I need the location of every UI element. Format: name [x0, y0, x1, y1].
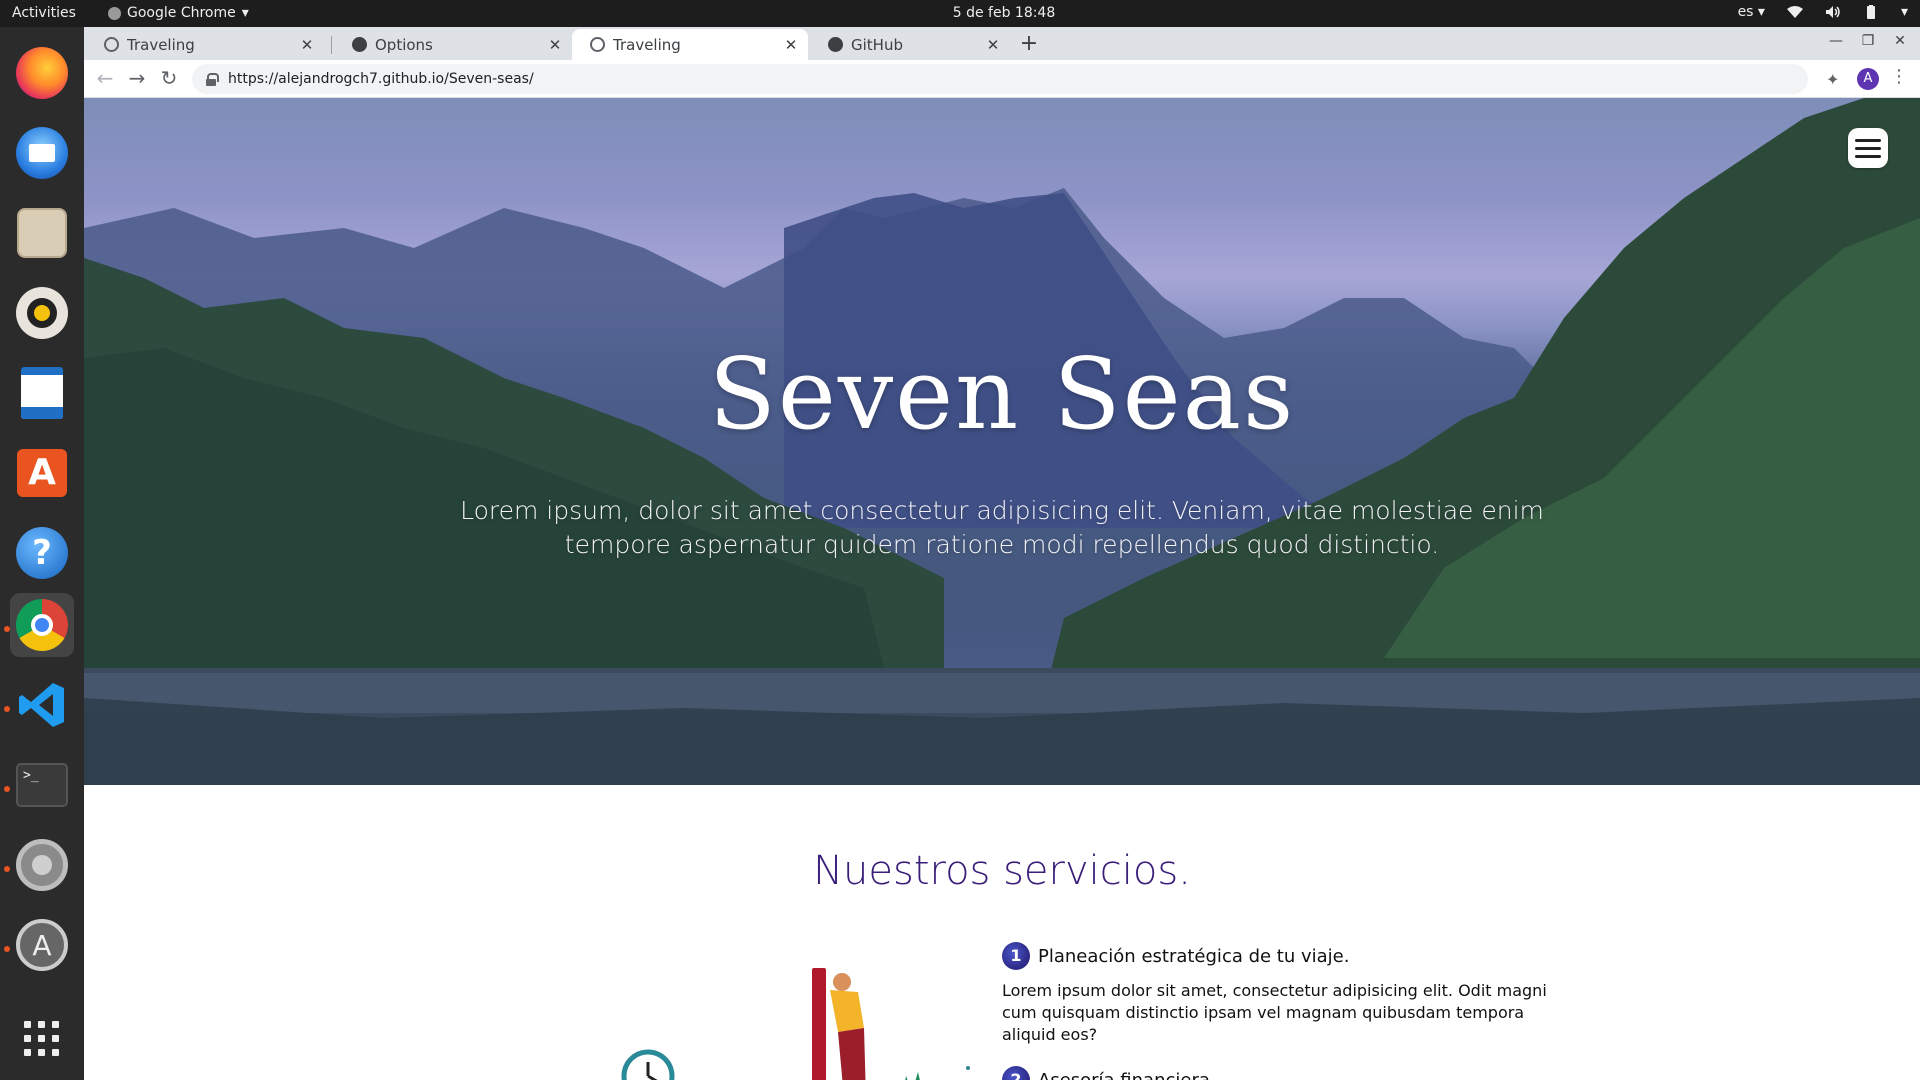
volume-icon — [1825, 6, 1840, 18]
hamburger-menu-button[interactable] — [1848, 128, 1888, 168]
dock-settings[interactable] — [10, 833, 74, 897]
lock-icon — [206, 73, 219, 86]
service-description: Lorem ipsum dolor sit amet, consectetur … — [1002, 981, 1547, 1044]
close-icon[interactable]: ✕ — [296, 36, 318, 54]
language-indicator[interactable]: es ▾ — [1738, 4, 1765, 20]
grid-icon — [24, 1021, 59, 1056]
minimize-button[interactable]: — — [1822, 33, 1850, 49]
chrome-icon — [16, 599, 68, 651]
back-button[interactable]: ← — [92, 66, 118, 92]
service-header: 1 Planeación estratégica de tu viaje. — [1002, 942, 1562, 970]
service-number-badge: 2 — [1002, 1066, 1030, 1080]
dock-updater[interactable]: A — [10, 913, 74, 977]
close-icon[interactable]: ✕ — [780, 36, 802, 54]
service-number-badge: 1 — [1002, 942, 1030, 970]
tab-traveling-active[interactable]: Traveling ✕ — [572, 29, 808, 60]
wifi-icon — [1786, 6, 1803, 18]
service-header: 2 Asesoría financiera — [1002, 1066, 1562, 1080]
service-item-1: 1 Planeación estratégica de tu viaje. Lo… — [1002, 942, 1562, 1046]
dock-files[interactable] — [10, 201, 74, 265]
page-viewport: Seven Seas Lorem ipsum, dolor sit amet c… — [84, 98, 1920, 1080]
address-bar[interactable]: https://alejandrogch7.github.io/Seven-se… — [192, 64, 1808, 94]
tab-traveling-1[interactable]: Traveling ✕ — [86, 29, 324, 60]
hero-title: Seven Seas — [708, 338, 1296, 452]
globe-icon — [104, 37, 119, 52]
clock[interactable]: 5 de feb 18:48 — [0, 5, 1920, 21]
menu-line — [1855, 146, 1881, 150]
browser-window: Traveling ✕ Options ✕ Traveling ✕ GitHub… — [84, 27, 1920, 1080]
tab-options[interactable]: Options ✕ — [334, 29, 572, 60]
tab-separator — [331, 36, 332, 54]
close-icon[interactable]: ✕ — [544, 36, 566, 54]
browser-toolbar: ← → ↻ https://alejandrogch7.github.io/Se… — [84, 60, 1920, 98]
dock-vscode[interactable] — [10, 673, 74, 737]
profile-avatar[interactable]: A — [1857, 68, 1879, 90]
tab-title: Traveling — [613, 35, 681, 54]
vscode-icon — [19, 683, 64, 727]
dock-rhythmbox[interactable] — [10, 281, 74, 345]
more-menu-icon[interactable]: ⋮ — [1889, 66, 1909, 87]
store-icon: A — [17, 449, 67, 497]
tab-strip: Traveling ✕ Options ✕ Traveling ✕ GitHub… — [84, 27, 1920, 60]
service-item-2: 2 Asesoría financiera — [1002, 1066, 1562, 1080]
new-tab-button[interactable]: + — [1015, 31, 1043, 59]
tab-github[interactable]: GitHub ✕ — [810, 29, 1010, 60]
globe-icon — [590, 37, 605, 52]
updater-icon: A — [16, 919, 68, 971]
tab-title: Traveling — [127, 35, 195, 54]
dock-show-apps[interactable] — [10, 1007, 74, 1071]
github-icon — [352, 37, 367, 52]
reload-button[interactable]: ↻ — [156, 66, 182, 92]
forward-button[interactable]: → — [124, 66, 150, 92]
tab-title: GitHub — [851, 35, 903, 54]
dock-chrome[interactable] — [10, 593, 74, 657]
dock-software[interactable]: A — [10, 441, 74, 505]
help-icon: ? — [16, 527, 68, 579]
close-window-button[interactable]: ✕ — [1886, 33, 1914, 49]
mail-icon — [16, 127, 68, 179]
folder-icon — [17, 208, 67, 258]
menu-line — [1855, 138, 1881, 142]
firefox-icon — [16, 47, 68, 99]
dock-thunderbird[interactable] — [10, 121, 74, 185]
dock-firefox[interactable] — [10, 41, 74, 105]
document-icon — [21, 367, 63, 419]
services-heading: Nuestros servicios. — [813, 848, 1191, 894]
extensions-icon[interactable]: ✦ — [1826, 70, 1844, 89]
url-text: https://alejandrogch7.github.io/Seven-se… — [228, 71, 534, 87]
dock-writer[interactable] — [10, 361, 74, 425]
dock-terminal[interactable]: >_ — [10, 753, 74, 817]
dock: A ? >_ A — [0, 27, 84, 1080]
battery-icon — [1866, 5, 1875, 19]
system-menu-caret-icon: ▾ — [1900, 4, 1908, 20]
dock-help[interactable]: ? — [10, 521, 74, 585]
hero-subtitle: Lorem ipsum, dolor sit amet consectetur … — [460, 496, 1544, 559]
gear-icon — [16, 839, 68, 891]
system-top-bar: Activities Google Chrome ▾ 5 de feb 18:4… — [0, 0, 1920, 27]
hero-section: Seven Seas Lorem ipsum, dolor sit amet c… — [84, 98, 1920, 785]
github-icon — [828, 37, 843, 52]
language-label: es — [1737, 4, 1754, 20]
tab-title: Options — [375, 35, 433, 54]
service-title: Asesoría financiera — [1038, 1069, 1210, 1080]
planning-illustration — [621, 968, 970, 1080]
system-tray[interactable]: es ▾ ▾ — [1738, 4, 1908, 20]
speaker-icon — [16, 287, 68, 339]
close-icon[interactable]: ✕ — [982, 36, 1004, 54]
maximize-button[interactable]: ❐ — [1854, 33, 1882, 49]
service-title: Planeación estratégica de tu viaje. — [1038, 945, 1350, 967]
menu-line — [1855, 154, 1881, 158]
terminal-icon: >_ — [16, 763, 68, 807]
